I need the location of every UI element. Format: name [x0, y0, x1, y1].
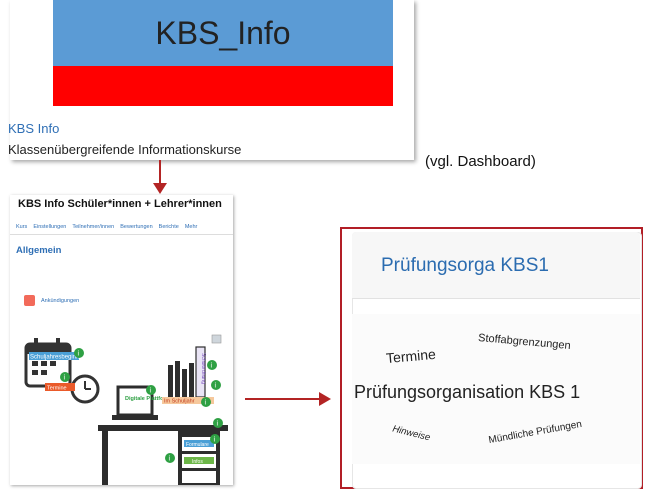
forum-icon [24, 295, 35, 306]
orga-course-link[interactable]: Prüfungsorga KBS1 [381, 255, 549, 277]
tab-berichte[interactable]: Berichte [159, 219, 179, 234]
cloud-word-muendliche-pruefungen: Mündliche Prüfungen [487, 418, 583, 447]
label-im-schuljahr: Im Schuljahr [164, 399, 195, 405]
course-banner-stripe [53, 66, 393, 106]
label-infos: Infos [192, 459, 203, 465]
word-cloud: Termine Stoffabgrenzungen Prüfungsorgani… [352, 314, 640, 464]
tab-kurs[interactable]: Kurs [16, 219, 27, 234]
cloud-word-termine: Termine [385, 345, 437, 367]
course-description: Klassenübergreifende Informationskurse [8, 142, 242, 157]
section-heading: Allgemein [16, 245, 62, 256]
announcements-label: Ankündigungen [41, 297, 80, 304]
cloud-word-stoffabgrenzungen: Stoffabgrenzungen [477, 331, 572, 353]
course-link[interactable]: KBS Info [8, 121, 59, 136]
course-page-preview: KBS Info Schüler*innen + Lehrer*innen Ku… [10, 195, 233, 485]
tab-mehr[interactable]: Mehr [185, 219, 198, 234]
cloud-word-pruefungsorganisation: Prüfungsorganisation KBS 1 [354, 382, 581, 402]
label-termine: Termine [47, 386, 67, 392]
books-icon [168, 346, 206, 398]
label-schuljahresbeginn: Schuljahresbeginn [30, 355, 79, 361]
course-illustration: Schuljahresbeginn Termine i i Formulare … [24, 334, 228, 485]
page-title: KBS Info Schüler*innen + Lehrer*innen [18, 198, 222, 210]
connector-line-horizontal [245, 398, 323, 400]
tab-teilnehmer[interactable]: Teilnehmer/innen [72, 219, 114, 234]
arrow-down-icon [153, 183, 167, 194]
course-nav-tabs: Kurs Einstellungen Teilnehmer/innen Bewe… [10, 219, 233, 235]
announcements-link[interactable]: Ankündigungen [24, 295, 79, 306]
arrow-right-icon [319, 392, 331, 406]
tab-einstellungen[interactable]: Einstellungen [33, 219, 66, 234]
course-banner[interactable]: KBS_Info [53, 0, 393, 66]
tab-bewertungen[interactable]: Bewertungen [120, 219, 152, 234]
label-formulare: Formulare [186, 442, 209, 448]
cloud-word-hinweise: Hinweise [391, 423, 432, 444]
banner-title: KBS_Info [155, 14, 291, 51]
label-schulordnung: Schulordnung [200, 353, 206, 384]
dashboard-note: (vgl. Dashboard) [425, 153, 536, 170]
